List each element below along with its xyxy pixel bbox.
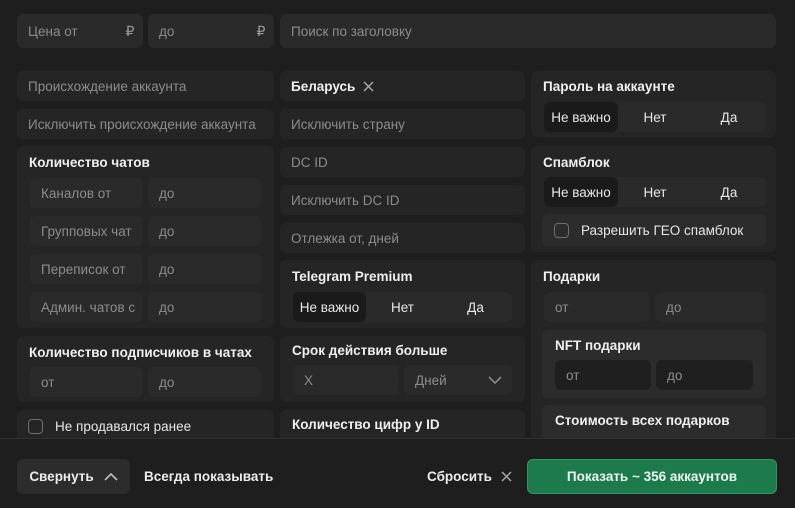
- country-select[interactable]: Беларусь: [280, 71, 525, 101]
- close-icon: [501, 471, 512, 482]
- rest-days-placeholder: Отлежка от, дней: [291, 230, 399, 246]
- unit-label: Дней: [415, 372, 447, 388]
- chevron-down-icon: [488, 376, 502, 384]
- placeholder: Переписок от: [41, 261, 126, 277]
- password-option-any[interactable]: Не важно: [544, 102, 618, 132]
- placeholder: до: [666, 299, 682, 315]
- price-from-placeholder: Цена от: [28, 23, 78, 39]
- ruble-icon: ₽: [125, 22, 135, 39]
- dialogs-from-input[interactable]: Переписок от: [30, 254, 143, 284]
- spamblock-option-no[interactable]: Нет: [618, 177, 692, 207]
- filter-footer: Свернуть Всегда показывать Сбросить Пока…: [0, 438, 795, 508]
- premium-option-yes[interactable]: Да: [439, 292, 512, 322]
- gifts-to-input[interactable]: до: [655, 292, 766, 322]
- admin-chats-from-input[interactable]: Админ. чатов с: [30, 292, 143, 322]
- admin-chats-to-input[interactable]: до: [148, 292, 261, 322]
- checkbox-box[interactable]: [28, 419, 43, 434]
- placeholder: Админ. чатов с: [41, 299, 136, 315]
- chip-close-icon[interactable]: [363, 80, 374, 92]
- placeholder: до: [159, 261, 175, 277]
- premium-option-no[interactable]: Нет: [366, 292, 439, 322]
- nft-gifts-title: NFT подарки: [555, 338, 641, 353]
- placeholder: X: [304, 372, 314, 388]
- gifts-from-input[interactable]: от: [544, 292, 650, 322]
- placeholder: Групповых чат: [41, 223, 132, 239]
- exclude-origin-placeholder: Исключить происхождение аккаунта: [28, 116, 256, 132]
- subscribers-to-input[interactable]: до: [148, 367, 261, 397]
- rest-days-input[interactable]: Отлежка от, дней: [280, 223, 525, 253]
- premium-title: Telegram Premium: [292, 269, 413, 284]
- groups-to-input[interactable]: до: [148, 216, 261, 246]
- price-to-input[interactable]: до ₽: [148, 14, 274, 48]
- spamblock-option-yes[interactable]: Да: [692, 177, 766, 207]
- exclude-dc-id-placeholder: Исключить DC ID: [291, 192, 400, 208]
- exclude-country-select[interactable]: Исключить страну: [280, 109, 525, 139]
- placeholder: от: [41, 374, 55, 390]
- price-from-input[interactable]: Цена от ₽: [17, 14, 143, 48]
- spamblock-option-any[interactable]: Не важно: [544, 177, 618, 207]
- geo-spamblock-label: Разрешить ГЕО спамблок: [581, 223, 744, 238]
- gifts-value-title: Стоимость всех подарков: [555, 413, 730, 428]
- spamblock-title: Спамблок: [543, 155, 610, 170]
- premium-option-any[interactable]: Не важно: [293, 292, 366, 322]
- always-show-label: Всегда показывать: [144, 469, 274, 484]
- spamblock-segmented: Не важно Нет Да: [544, 177, 766, 207]
- dc-id-placeholder: DC ID: [291, 154, 328, 170]
- not-sold-label: Не продавался ранее: [55, 419, 192, 434]
- groups-from-input[interactable]: Групповых чат: [30, 216, 143, 246]
- dialogs-to-input[interactable]: до: [148, 254, 261, 284]
- origin-select[interactable]: Происхождение аккаунта: [17, 71, 274, 101]
- nft-gifts-to-input[interactable]: до: [656, 360, 753, 390]
- country-chip-label: Беларусь: [291, 78, 356, 94]
- show-results-label: Показать ~ 356 аккаунтов: [566, 469, 738, 484]
- placeholder: от: [555, 299, 569, 315]
- validity-unit-select[interactable]: Дней: [404, 365, 512, 395]
- checkbox-box[interactable]: [554, 223, 569, 238]
- password-segmented: Не важно Нет Да: [544, 102, 766, 132]
- placeholder: до: [667, 367, 683, 383]
- password-option-no[interactable]: Нет: [618, 102, 692, 132]
- id-digits-title: Количество цифр у ID: [292, 417, 440, 432]
- price-to-placeholder: до: [159, 23, 175, 39]
- nft-gifts-from-input[interactable]: от: [555, 360, 651, 390]
- placeholder: до: [159, 374, 175, 390]
- title-search-input[interactable]: Поиск по заголовку: [280, 14, 776, 48]
- exclude-origin-select[interactable]: Исключить происхождение аккаунта: [17, 109, 274, 139]
- not-sold-checkbox[interactable]: Не продавался ранее: [28, 419, 191, 434]
- chats-count-title: Количество чатов: [29, 155, 150, 170]
- placeholder: до: [159, 185, 175, 201]
- title-search-placeholder: Поиск по заголовку: [291, 23, 412, 39]
- reset-button[interactable]: Сбросить: [427, 459, 512, 494]
- validity-value-input[interactable]: X: [293, 365, 399, 395]
- placeholder: до: [159, 223, 175, 239]
- subscribers-from-input[interactable]: от: [30, 367, 143, 397]
- chevron-up-icon: [104, 472, 118, 481]
- exclude-country-placeholder: Исключить страну: [291, 116, 405, 132]
- validity-title: Срок действия больше: [292, 343, 448, 358]
- gifts-title: Подарки: [543, 269, 601, 284]
- exclude-dc-id-select[interactable]: Исключить DC ID: [280, 185, 525, 215]
- reset-label: Сбросить: [427, 469, 492, 484]
- geo-spamblock-checkbox[interactable]: Разрешить ГЕО спамблок: [554, 223, 743, 238]
- collapse-button[interactable]: Свернуть: [17, 459, 130, 494]
- placeholder: от: [566, 367, 580, 383]
- password-option-yes[interactable]: Да: [692, 102, 766, 132]
- subscribers-title: Количество подписчиков в чатах: [29, 345, 252, 360]
- collapse-label: Свернуть: [29, 469, 94, 484]
- dc-id-select[interactable]: DC ID: [280, 147, 525, 177]
- placeholder: Каналов от: [41, 185, 112, 201]
- placeholder: до: [159, 299, 175, 315]
- channels-from-input[interactable]: Каналов от: [30, 178, 143, 208]
- origin-placeholder: Происхождение аккаунта: [28, 78, 187, 94]
- ruble-icon: ₽: [256, 22, 266, 39]
- password-title: Пароль на аккаунте: [543, 79, 675, 94]
- channels-to-input[interactable]: до: [148, 178, 261, 208]
- always-show-button[interactable]: Всегда показывать: [144, 459, 273, 494]
- premium-segmented: Не важно Нет Да: [293, 292, 512, 322]
- show-results-button[interactable]: Показать ~ 356 аккаунтов: [527, 459, 777, 494]
